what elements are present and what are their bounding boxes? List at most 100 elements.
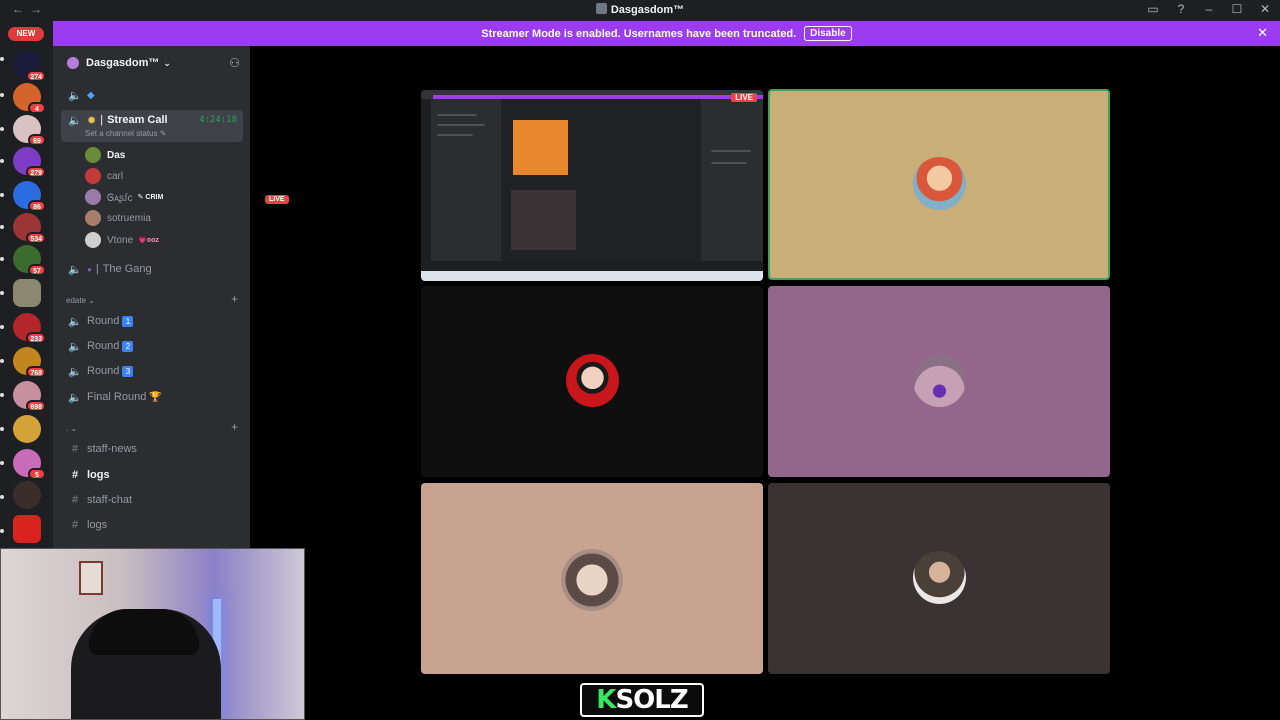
participant-tile[interactable] — [768, 286, 1110, 477]
number-emoji: 2 — [122, 340, 134, 352]
server-icon[interactable]: 4 — [13, 83, 46, 114]
sun-icon: ✹ — [87, 115, 97, 127]
disable-streamer-mode-button[interactable]: Disable — [804, 26, 852, 41]
channel-name: logs — [87, 469, 110, 481]
mention-badge: 4 — [28, 102, 46, 114]
number-emoji: 3 — [122, 365, 134, 377]
window-title: Dasgasdom™ — [0, 3, 1280, 16]
server-logo-icon — [67, 57, 79, 69]
server-header[interactable]: Dasgasdom™ ⌄ ⚇ — [53, 46, 250, 80]
category-edate[interactable]: edate ⌄ — [66, 296, 95, 305]
mention-badge: 57 — [28, 264, 46, 276]
voice-channel-round-3[interactable]: 🔈 Round 3 — [61, 360, 243, 382]
text-channel-logs-2[interactable]: # logs — [61, 514, 243, 536]
participant-tile[interactable] — [768, 483, 1110, 674]
streamer-logo: KSOLZ — [580, 683, 704, 717]
hash-icon: # — [71, 494, 79, 506]
window-title-text: Dasgasdom™ — [610, 4, 685, 16]
voice-channel-the-gang[interactable]: 🔈 ● | The Gang — [61, 258, 243, 280]
voice-channel-stream-call[interactable]: 🔈 ✹ | Stream Call 4:24:18 Set a channel … — [61, 110, 243, 142]
mini-side-panel — [701, 99, 763, 261]
server-icon[interactable] — [13, 481, 41, 509]
avatar — [566, 354, 619, 407]
minimize-icon[interactable]: – — [1202, 2, 1216, 16]
help-icon[interactable]: ? — [1174, 2, 1188, 16]
voice-member[interactable]: Ꮆᴀʂꭍᴄ ✎ CRIM — [85, 187, 163, 207]
logo-text: SOLZ — [615, 685, 688, 715]
mini-text-line — [437, 114, 477, 116]
member-name: carl — [107, 170, 124, 182]
maximize-icon[interactable]: ☐ — [1230, 2, 1244, 16]
unread-pill — [0, 93, 4, 97]
server-icon[interactable]: 768 — [13, 347, 46, 378]
server-icon[interactable] — [13, 415, 41, 443]
category-dot[interactable]: . ⌄ — [66, 424, 77, 433]
participant-tile[interactable] — [421, 286, 763, 477]
mention-badge: 5 — [28, 468, 46, 480]
server-icon[interactable]: 69 — [13, 115, 46, 146]
unread-pill — [0, 359, 4, 363]
voice-member[interactable]: Vtone 💗ooz — [85, 230, 159, 250]
mini-text-line — [437, 134, 473, 136]
speaker-icon: 🔈 — [68, 315, 82, 328]
server-icon[interactable] — [13, 279, 41, 307]
channel-status-prompt[interactable]: Set a channel status ✎ — [85, 129, 166, 138]
server-icon[interactable]: 534 — [13, 213, 46, 244]
server-icon[interactable]: 57 — [13, 245, 46, 276]
text-channel-staff-chat[interactable]: # staff-chat — [61, 489, 243, 511]
unread-pill — [0, 57, 4, 61]
server-icon[interactable]: 279 — [13, 147, 46, 178]
close-window-icon[interactable]: ✕ — [1258, 2, 1272, 16]
server-icon[interactable]: 86 — [13, 181, 46, 212]
inbox-icon[interactable]: ▭ — [1146, 2, 1160, 16]
speaker-icon: 🔈 — [68, 89, 82, 102]
voice-member[interactable]: carl — [85, 166, 123, 186]
voice-member[interactable]: sotruemia — [85, 208, 151, 228]
mention-badge: 69 — [28, 134, 46, 146]
add-channel-icon[interactable]: + — [231, 420, 238, 434]
mention-badge: 768 — [26, 366, 46, 378]
emoji-icon: ● — [87, 264, 92, 274]
unread-pill — [0, 393, 4, 397]
channel-name: Round — [87, 365, 120, 377]
voice-channel-gem[interactable]: 🔈 ◆ — [61, 84, 243, 106]
unread-pill — [0, 529, 4, 533]
streamer-cap — [89, 609, 199, 655]
server-icon[interactable]: 274 — [13, 51, 46, 82]
participant-tile[interactable] — [421, 483, 763, 674]
speaker-icon: 🔈 — [68, 115, 82, 127]
server-icon — [595, 3, 607, 14]
banner-message: Streamer Mode is enabled. Usernames have… — [481, 27, 797, 40]
close-icon[interactable]: ✕ — [1257, 25, 1268, 41]
mini-video-tile — [511, 190, 576, 250]
gem-icon: ◆ — [87, 89, 95, 101]
unread-pill — [0, 495, 4, 499]
mini-server-rail — [421, 99, 431, 279]
member-tag: 💗ooz — [138, 237, 159, 244]
voice-member[interactable]: Das — [85, 145, 125, 165]
text-channel-logs[interactable]: # logs — [61, 464, 243, 486]
mention-badge: 534 — [26, 232, 46, 244]
server-icon[interactable]: 5 — [13, 449, 46, 480]
voice-channel-round-1[interactable]: 🔈 Round 1 — [61, 310, 243, 332]
invite-people-icon[interactable]: ⚇ — [229, 56, 240, 70]
hash-icon: # — [71, 519, 79, 531]
add-channel-icon[interactable]: + — [231, 292, 238, 306]
member-name: Das — [107, 149, 126, 161]
mention-badge: 274 — [26, 70, 46, 82]
call-timer: 4:24:18 — [199, 115, 237, 125]
participant-tile[interactable] — [768, 89, 1110, 280]
live-badge: LIVE — [731, 93, 757, 102]
server-icon[interactable]: 698 — [13, 381, 46, 412]
mention-badge: 279 — [26, 166, 46, 178]
server-icon[interactable] — [13, 515, 41, 543]
voice-channel-round-2[interactable]: 🔈 Round 2 — [61, 335, 243, 357]
voice-channel-final-round[interactable]: 🔈 Final Round 🏆 — [61, 386, 243, 408]
speaker-icon: 🔈 — [68, 340, 82, 353]
speaker-icon: 🔈 — [68, 263, 82, 276]
text-channel-staff-news[interactable]: # staff-news — [61, 438, 243, 460]
screen-share-tile[interactable]: LIVE — [421, 90, 763, 281]
server-icon[interactable]: 233 — [13, 313, 46, 344]
category-label: . — [66, 424, 69, 433]
avatar — [85, 232, 101, 248]
